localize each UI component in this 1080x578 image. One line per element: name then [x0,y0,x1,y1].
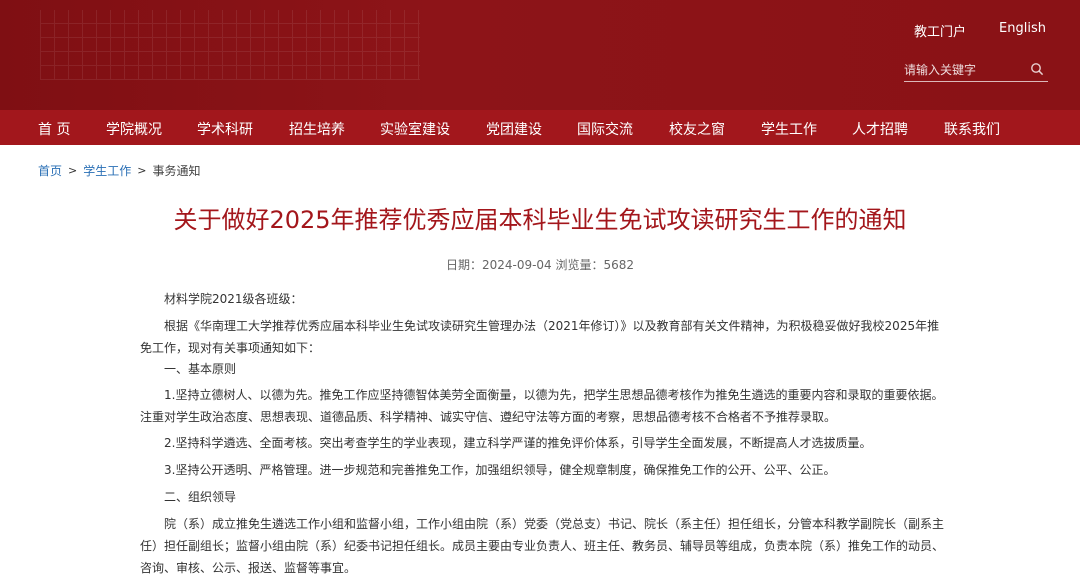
top-links: 教工门户 English [914,21,1046,40]
breadcrumb-home[interactable]: 首页 [38,162,62,179]
search-icon[interactable] [1030,62,1044,76]
nav-item-research[interactable]: 学术科研 [197,119,253,139]
nav-item-admissions[interactable]: 招生培养 [289,119,345,139]
nav-item-home[interactable]: 首 页 [38,119,70,139]
site-header: 教工门户 English [0,0,1080,110]
nav-item-party[interactable]: 党团建设 [486,119,542,139]
nav-item-alumni[interactable]: 校友之窗 [669,119,725,139]
breadcrumb-separator: > [68,164,78,177]
article-paragraph: 二、组织领导 [164,490,237,504]
article-title: 关于做好2025年推荐优秀应届本科毕业生免试攻读研究生工作的通知 [173,206,907,234]
article-paragraph: 根据《华南理工大学推荐优秀应届本科毕业生免试攻读研究生管理办法（2021年修订）… [140,319,940,355]
article-paragraph: 一、基本原则 [164,362,237,376]
nav-item-student-affairs[interactable]: 学生工作 [761,119,817,139]
nav-item-international[interactable]: 国际交流 [577,119,633,139]
english-link[interactable]: English [999,21,1046,36]
main-nav: 首 页 学院概况 学术科研 招生培养 实验室建设 党团建设 国际交流 校友之窗 … [0,110,1080,145]
breadcrumb-current: 事务通知 [152,164,201,178]
header-logo-watermark [40,10,420,80]
breadcrumb: 首页 > 学生工作 > 事务通知 [38,162,200,179]
nav-item-about[interactable]: 学院概况 [106,119,162,139]
article-paragraph: 材料学院2021级各班级： [164,292,303,306]
article-paragraph: 3.坚持公开透明、严格管理。进一步规范和完善推免工作，加强组织领导，健全规章制度… [164,463,836,477]
article-meta: 日期：2024-09-04 浏览量：5682 [445,258,635,272]
breadcrumb-section[interactable]: 学生工作 [83,162,131,179]
article-paragraph: 2.坚持科学遴选、全面考核。突出考查学生的学业表现，建立科学严谨的推免评价体系，… [164,436,872,450]
breadcrumb-separator: > [137,164,147,177]
article-paragraph: 院（系）成立推免生遴选工作小组和监督小组，工作小组由院（系）党委（党总支）书记、… [140,517,945,575]
article-paragraph: 1.坚持立德树人、以德为先。推免工作应坚持德智体美劳全面衡量，以德为先，把学生思… [140,388,944,424]
search-input[interactable] [904,62,1024,77]
nav-item-recruitment[interactable]: 人才招聘 [852,119,908,139]
nav-item-labs[interactable]: 实验室建设 [380,119,450,139]
staff-portal-link[interactable]: 教工门户 [914,21,966,40]
search-box [904,58,1048,82]
nav-item-contact[interactable]: 联系我们 [944,119,1000,139]
